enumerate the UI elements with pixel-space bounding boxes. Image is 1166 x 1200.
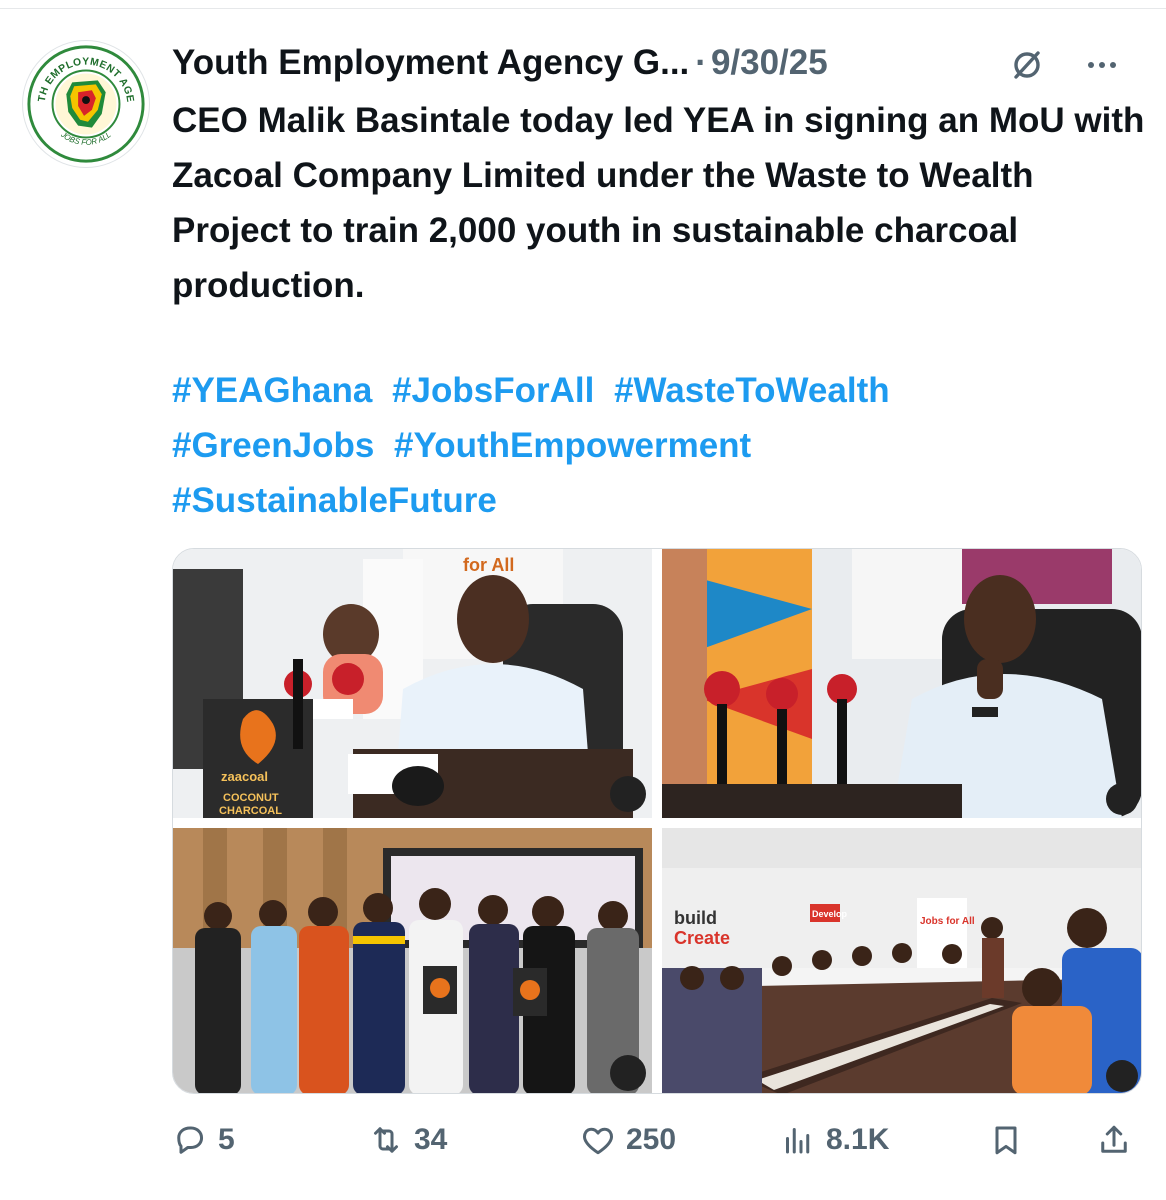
svg-text:for All: for All [463,555,514,575]
hashtag-link[interactable]: #JobsForAll [392,371,594,410]
top-divider [0,8,1166,9]
svg-text:build: build [674,908,717,928]
more-icon[interactable] [1082,46,1122,84]
photo-group[interactable] [173,828,652,1093]
bookmark-button[interactable] [988,1115,1024,1165]
hashtag-link[interactable]: #SustainableFuture [172,481,497,520]
share-icon [1096,1122,1132,1158]
like-button[interactable]: 250 [580,1115,676,1165]
grok-icon[interactable] [1008,46,1046,84]
photo-seated[interactable] [662,549,1141,818]
photo-conference[interactable]: build Create Develop Jobs for All [662,828,1141,1093]
media-grid: for All zaacoal COCONUT CHARCOAL build C… [172,548,1142,1094]
svg-text:Develop: Develop [812,909,848,919]
bookmark-icon [988,1122,1024,1158]
svg-text:CHARCOAL: CHARCOAL [219,805,282,817]
svg-text:Create: Create [674,928,730,948]
action-bar: 5 34 250 8.1K [172,1115,1147,1165]
views-icon [780,1122,816,1158]
agency-logo: YOUTH EMPLOYMENT AGENCY JOBS FOR ALL [23,41,146,164]
avatar[interactable]: YOUTH EMPLOYMENT AGENCY JOBS FOR ALL [22,40,150,168]
svg-text:COCONUT: COCONUT [223,792,279,804]
post-text: CEO Malik Basintale today led YEA in sig… [172,101,1145,305]
header-separator: · [695,43,707,82]
repost-icon [368,1122,404,1158]
repost-button[interactable]: 34 [368,1115,447,1165]
post-date[interactable]: 9/30/25 [711,43,828,83]
reply-button[interactable]: 5 [172,1115,235,1165]
post-header: Youth Employment Agency G... · 9/30/25 [172,38,1142,88]
hashtag-link[interactable]: #YouthEmpowerment [394,426,751,465]
svg-text:Jobs for All: Jobs for All [920,916,975,927]
heart-icon [580,1122,616,1158]
svg-text:zaacoal: zaacoal [221,769,268,784]
hashtag-link[interactable]: #WasteToWealth [614,371,890,410]
repost-count: 34 [414,1123,448,1156]
hashtag-link[interactable]: #GreenJobs [172,426,374,465]
views-button[interactable]: 8.1K [780,1115,889,1165]
reply-count: 5 [218,1123,235,1156]
reply-icon [172,1122,208,1158]
photo-signing[interactable]: for All zaacoal COCONUT CHARCOAL [173,549,652,818]
share-button[interactable] [1096,1115,1132,1165]
hashtag-list: #YEAGhana #JobsForAll #WasteToWealth #Gr… [172,363,1152,528]
like-count: 250 [626,1123,677,1156]
hashtag-link[interactable]: #YEAGhana [172,371,372,410]
author-name[interactable]: Youth Employment Agency G... [172,43,689,83]
views-count: 8.1K [826,1123,890,1156]
